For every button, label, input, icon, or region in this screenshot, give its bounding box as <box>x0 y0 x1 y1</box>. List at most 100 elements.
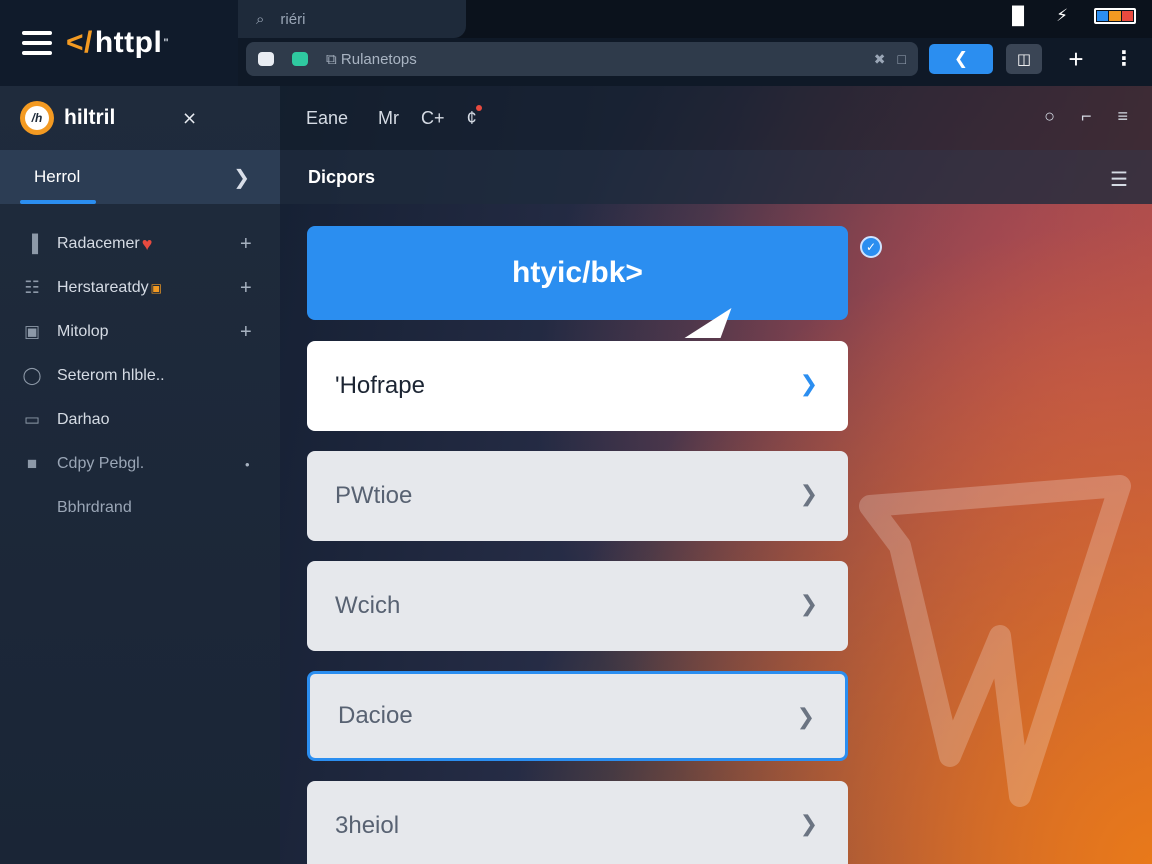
sidebar-item-label: Bbhrdrand <box>57 499 132 516</box>
link-icon: ⧉ <box>326 50 341 68</box>
chart-icon: ▐ <box>25 234 39 253</box>
list-item[interactable]: 3heiol ❯ <box>307 781 848 864</box>
sidebar-item-cdpy[interactable]: ■ Cdpy Pebgl. • <box>0 442 280 486</box>
sidebar-list: ▐ Radacemer ♥ + ☷ Herstareatdy ▣ + ▣ Mit… <box>0 204 280 530</box>
pin-icon[interactable]: • <box>245 457 250 472</box>
brand-suffix: " <box>163 37 170 49</box>
brand-mark: </ <box>66 26 93 59</box>
signal-icon[interactable]: ▐▌ <box>1006 6 1030 26</box>
sidebar-title: hiltril <box>64 106 116 129</box>
sidebar-item-radacemer[interactable]: ▐ Radacemer ♥ + <box>0 222 280 266</box>
share-icon: ❮ <box>953 49 969 68</box>
heart-icon: ♥ <box>141 233 153 254</box>
sliders-icon: ☷ <box>24 278 40 297</box>
list-item[interactable]: 'Hofrape ❯ <box>307 341 848 431</box>
avatar[interactable]: /h <box>20 101 54 135</box>
primary-action-button[interactable]: htyic/bk> <box>307 226 848 320</box>
layout-button[interactable]: ◫ <box>1006 44 1042 74</box>
sidebar-item-seterom[interactable]: ◯ Seterom hlble.. <box>0 354 280 398</box>
sidebar-search-icon[interactable]: ⨯ <box>182 108 197 129</box>
window-icon: ▣ <box>23 322 41 341</box>
sidebar-breadcrumb[interactable]: Herrol ❯ <box>0 150 280 204</box>
address-actions: ✖ □ <box>874 51 906 68</box>
brand-name: httpl <box>94 26 163 59</box>
new-tab-button[interactable]: + <box>1062 42 1090 76</box>
toolbar-item-label: ¢ <box>466 107 477 128</box>
chevron-right-icon: ❯ <box>799 371 818 396</box>
sidebar: /h hiltril ⨯ Herrol ❯ ▐ Radacemer ♥ + ☷ … <box>0 86 280 864</box>
search-icon: ◯ <box>22 366 42 385</box>
toolbar-actions: ○ ⌐ ≡ <box>1044 106 1128 127</box>
more-menu-button[interactable]: ⋮ <box>1110 42 1138 76</box>
monitor-icon: ▭ <box>23 410 41 429</box>
breadcrumb-label: Herrol <box>34 167 81 186</box>
toolbar-item-badged[interactable]: ¢ <box>466 104 482 129</box>
sidebar-item-label: Herstareatdy <box>57 279 149 296</box>
list-item-label: PWtioe <box>335 482 413 509</box>
hamburger-menu-icon[interactable] <box>22 31 52 55</box>
layout-icon: ◫ <box>1016 51 1032 68</box>
top-bar: </ httpl " ⌕ riéri ▐▌ ⚡ ⧉ Rulanetops ✖ □… <box>0 0 1152 86</box>
sidebar-item-label: Darhao <box>57 411 110 428</box>
chevron-right-icon: ❯ <box>799 591 818 616</box>
sidebar-item-label: Radacemer <box>57 235 140 252</box>
brand-logo[interactable]: </ httpl " <box>66 26 169 60</box>
badge-dot <box>475 104 482 111</box>
share-button[interactable]: ❮ <box>929 44 993 74</box>
toolbar-item[interactable]: C+ <box>421 108 445 129</box>
tab-search-icon: ⌕ <box>256 10 265 28</box>
translate-icon[interactable]: ✖ <box>874 51 886 68</box>
main-toolbar: Eane Mr C+ ¢ ○ ⌐ ≡ <box>280 86 1152 150</box>
list-item-label: Dacioe <box>338 702 413 729</box>
address-bar[interactable]: ⧉ Rulanetops ✖ □ <box>246 42 918 76</box>
chevron-right-icon: ❯ <box>799 481 818 506</box>
decorative-logo-watermark <box>859 475 1131 807</box>
sidebar-item-darhao[interactable]: ▭ Darhao <box>0 398 280 442</box>
chevron-right-icon: ❯ <box>796 704 815 729</box>
chevron-right-icon[interactable]: ❯ <box>233 165 250 190</box>
list-item-label: 3heiol <box>335 812 400 839</box>
notification-dot-icon: ▣ <box>150 281 162 295</box>
brand-block: </ httpl " <box>0 0 238 86</box>
main-content: Eane Mr C+ ¢ ○ ⌐ ≡ Dicpors ☰ htyic/bk> ✓… <box>280 86 1152 864</box>
add-icon[interactable]: + <box>240 233 252 256</box>
list-item-selected[interactable]: Dacioe ❯ <box>307 671 848 761</box>
tab-label: riéri <box>280 10 306 28</box>
tab-strip: ⌕ riéri ▐▌ ⚡ <box>238 0 1152 38</box>
section-title: Dicpors <box>308 166 376 187</box>
list-item[interactable]: Wcich ❯ <box>307 561 848 651</box>
system-tray: ▐▌ ⚡ <box>1006 6 1136 26</box>
file-icon: ■ <box>26 454 38 473</box>
pen-icon[interactable]: ⌐ <box>1081 106 1092 127</box>
tab-active[interactable]: ⌕ riéri <box>238 0 466 38</box>
address-text[interactable]: ⧉ Rulanetops <box>326 51 856 68</box>
sidebar-item-mitolop[interactable]: ▣ Mitolop + <box>0 310 280 354</box>
sidebar-item-bbhrdrand[interactable]: Bbhrdrand <box>0 486 280 530</box>
battery-icon[interactable] <box>1094 8 1136 24</box>
list-item[interactable]: PWtioe ❯ <box>307 451 848 541</box>
extension-icon[interactable] <box>292 52 308 66</box>
browser-icon[interactable] <box>258 52 274 66</box>
menu-lines-icon[interactable]: ≡ <box>1117 106 1128 127</box>
list-item-label: Wcich <box>335 592 401 619</box>
primary-action-label: htyic/bk> <box>512 256 643 289</box>
add-icon[interactable]: + <box>240 277 252 300</box>
menu-icon[interactable]: ☰ <box>1110 167 1128 192</box>
check-icon[interactable]: ✓ <box>860 236 882 258</box>
sidebar-item-label: Mitolop <box>57 323 109 340</box>
address-value: Rulanetops <box>340 50 417 68</box>
sidebar-header: /h hiltril ⨯ <box>0 86 280 150</box>
square-icon[interactable]: □ <box>898 51 906 68</box>
chevron-right-icon: ❯ <box>799 811 818 836</box>
chat-icon[interactable]: ○ <box>1044 106 1055 127</box>
sidebar-item-label: Seterom hlble.. <box>57 367 165 384</box>
toolbar-item[interactable]: Eane <box>306 108 348 129</box>
toolbar-item[interactable]: Mr <box>378 108 399 129</box>
sidebar-item-herstareatdy[interactable]: ☷ Herstareatdy ▣ + <box>0 266 280 310</box>
breadcrumb-underline <box>20 200 96 204</box>
main-subbar: Dicpors ☰ <box>280 150 1152 204</box>
sidebar-item-label: Cdpy Pebgl. <box>57 455 145 472</box>
list-item-label: 'Hofrape <box>335 372 425 399</box>
add-icon[interactable]: + <box>240 321 252 344</box>
bolt-icon[interactable]: ⚡ <box>1056 6 1068 26</box>
